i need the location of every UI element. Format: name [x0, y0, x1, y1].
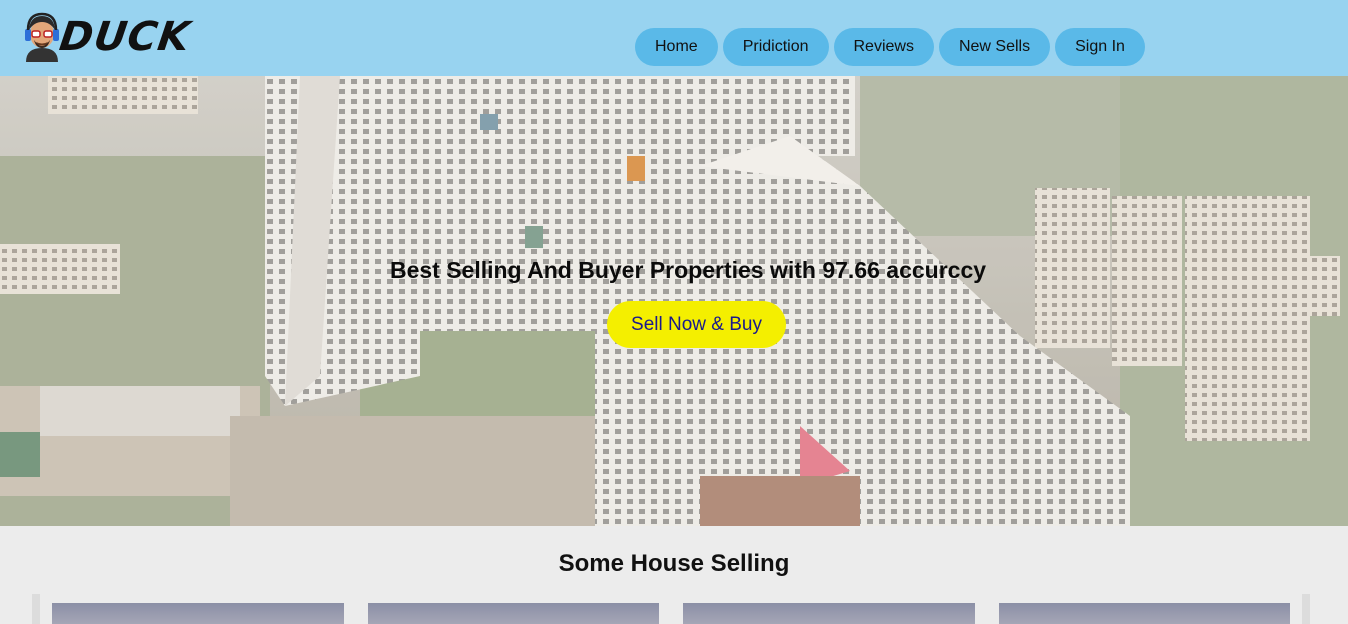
brand-logo[interactable]: DUCK: [22, 11, 194, 63]
hero-title: Best Selling And Buyer Properties with 9…: [389, 257, 987, 283]
hero-banner: Best Selling And Buyer Properties with 9…: [0, 76, 1348, 526]
brand-name: DUCK: [56, 14, 194, 60]
nav-new-sells[interactable]: New Sells: [938, 28, 1051, 66]
house-card[interactable]: [368, 603, 659, 624]
nav-prediction[interactable]: Pridiction: [722, 28, 829, 66]
carousel-right-scrollbar[interactable]: [1302, 594, 1310, 624]
house-card[interactable]: [999, 603, 1290, 624]
house-card[interactable]: [52, 603, 344, 624]
nav-home[interactable]: Home: [635, 28, 718, 66]
carousel-left-scrollbar[interactable]: [32, 594, 40, 624]
nav-sign-in[interactable]: Sign In: [1055, 28, 1145, 66]
section-title: Some House Selling: [558, 550, 790, 577]
main-nav: Home Pridiction Reviews New Sells Sign I…: [635, 28, 1145, 66]
site-header: DUCK Home Pridiction Reviews New Sells S…: [0, 0, 1348, 76]
avatar-logo-icon: [25, 12, 59, 62]
sell-now-buy-button[interactable]: Sell Now & Buy: [607, 301, 786, 348]
nav-reviews[interactable]: Reviews: [833, 28, 934, 66]
house-card[interactable]: [683, 603, 975, 624]
house-listing-carousel: [32, 594, 1310, 624]
